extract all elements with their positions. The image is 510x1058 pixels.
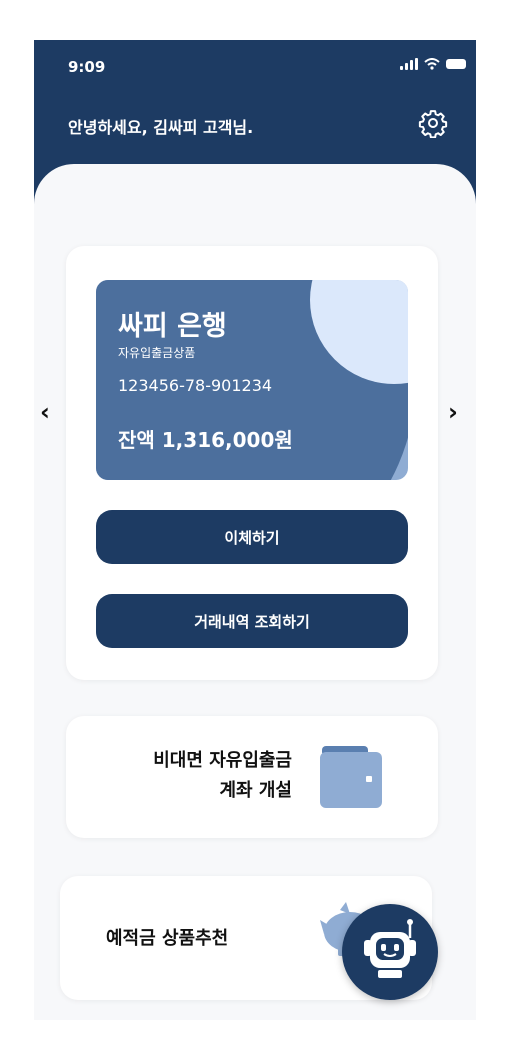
transfer-button[interactable]: 이체하기 [96,510,408,564]
gear-icon[interactable] [418,108,448,138]
recommend-text: 예적금 상품추천 [106,928,229,949]
status-time: 9:09 [68,58,106,76]
signal-icon [400,58,418,70]
next-account-button[interactable]: › [448,398,458,426]
product-name: 자유입출금상품 [118,346,196,360]
battery-icon [446,59,466,69]
wallet-icon [320,746,382,808]
account-number: 123456-78-901234 [118,376,273,395]
account-balance: 잔액 1,316,000원 [118,428,293,452]
open-account-text: 비대면 자유입출금 계좌 개설 [153,746,292,806]
account-panel: 싸피 은행 자유입출금상품 123456-78-901234 잔액 1,316,… [66,246,438,680]
prev-account-button[interactable]: ‹ [40,398,50,426]
status-icons [400,58,466,70]
open-account-line1: 비대면 자유입출금 [153,750,292,771]
greeting-text: 안녕하세요, 김싸피 고객님. [68,118,254,137]
open-account-card[interactable]: 비대면 자유입출금 계좌 개설 [66,716,438,838]
bank-card[interactable]: 싸피 은행 자유입출금상품 123456-78-901234 잔액 1,316,… [96,280,408,480]
wifi-icon [424,58,440,70]
phone-screen: 9:09 안녕하세요, 김싸피 고객님. ‹ › 싸피 은행 자유입출금상품 1… [34,40,476,1020]
robot-icon [364,919,416,978]
chatbot-button[interactable] [342,904,438,1000]
open-account-line2: 계좌 개설 [219,780,292,801]
transaction-history-button[interactable]: 거래내역 조회하기 [96,594,408,648]
bank-name: 싸피 은행 [118,311,227,342]
